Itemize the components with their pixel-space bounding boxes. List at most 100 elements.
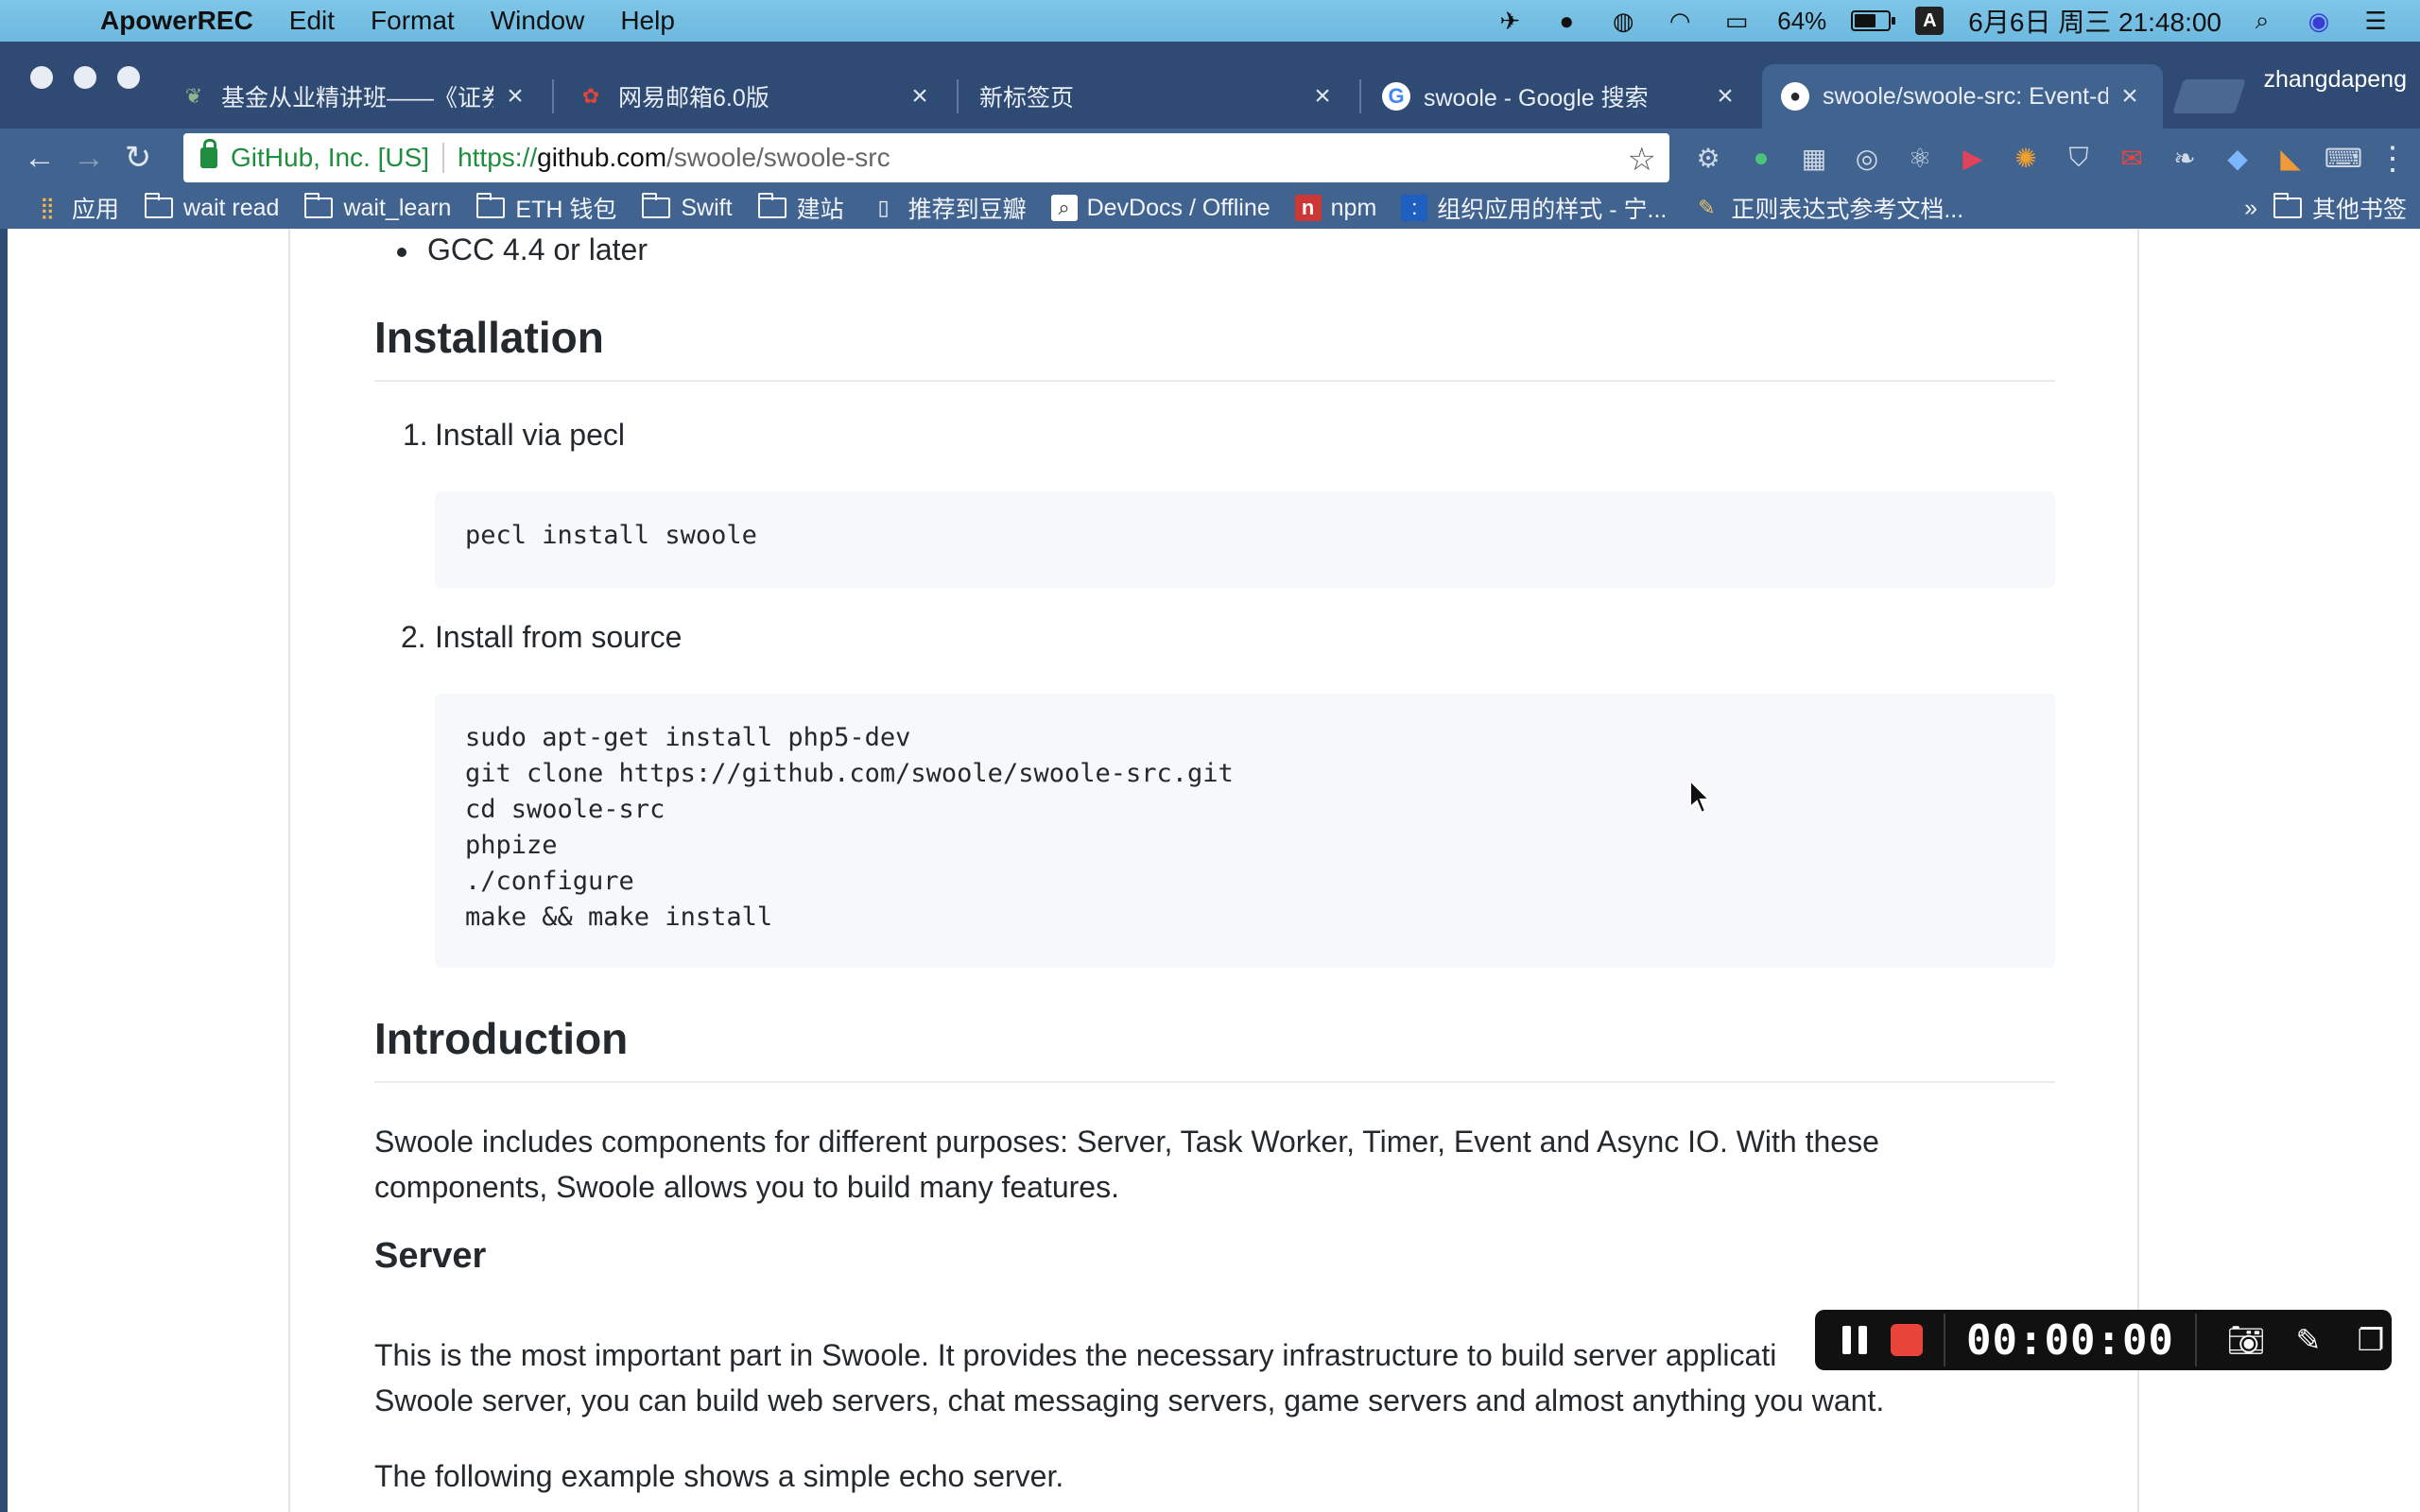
evernote-extension-icon[interactable]: ❧ — [2165, 138, 2204, 178]
url-path: /swoole/swoole-src — [666, 143, 890, 172]
bookmark-star-icon[interactable]: ☆ — [1628, 141, 1656, 179]
bookmark-folder-wait-learn[interactable]: wait_learn — [303, 193, 451, 222]
lock-icon[interactable] — [200, 139, 217, 168]
server-heading: Server — [374, 1236, 487, 1276]
url-scheme: https:// — [458, 143, 538, 172]
menubar-clock[interactable]: 6月6日 周三 21:48:00 — [1968, 2, 2221, 40]
reload-icon[interactable]: ↻ — [113, 133, 163, 182]
bookmark-folder-swift[interactable]: Swift — [641, 193, 733, 222]
tab-google-search[interactable]: G swoole - Google 搜索 × — [1363, 64, 1758, 129]
netease-mail-icon: ✿ — [581, 84, 600, 108]
bookmark-devdocs[interactable]: ⌕ DevDocs / Offline — [1050, 195, 1270, 222]
react-devtools-icon[interactable]: ⚛ — [1900, 138, 1940, 178]
close-tab-icon[interactable]: × — [1711, 80, 1739, 112]
profile-name[interactable]: zhangdapeng — [2263, 66, 2407, 94]
close-tab-icon[interactable]: × — [2116, 80, 2144, 112]
new-tab-button[interactable] — [2172, 79, 2246, 113]
bookmark-douban[interactable]: ▯ 推荐到豆瓣 — [869, 191, 1027, 225]
menu-edit[interactable]: Edit — [289, 6, 335, 36]
menu-format[interactable]: Format — [371, 6, 455, 36]
server-paragraph-line-1: This is the most important part in Swool… — [374, 1338, 1777, 1372]
regex-doc-icon: ✎ — [1698, 196, 1716, 219]
bookmark-styles[interactable]: : 组织应用的样式 - 宁... — [1401, 191, 1667, 225]
window-edge — [0, 229, 8, 1512]
browser-toolbar: ← → ↻ GitHub, Inc. [US] https:// github.… — [0, 129, 2420, 187]
target-extension-icon[interactable]: ◎ — [1847, 138, 1887, 178]
extension-icons: ⚙ ● ▦ ◎ ⚛ ▶ ✺ ⛉ ✉ ❧ ◆ ◣ ⌨ — [1688, 138, 2363, 178]
github-icon: ● — [1781, 82, 1809, 111]
siri-icon[interactable]: ◉ — [2303, 7, 2335, 35]
menubar-status-area: ✈ ● ◍ ◠ ▭ 64% A 6月6日 周三 21:48:00 ⌕ ◉ ☰ — [1494, 0, 2392, 42]
close-tab-icon[interactable]: × — [1308, 80, 1337, 112]
app-menu-apowerrec[interactable]: ApowerREC — [100, 6, 253, 36]
metamask-extension-icon[interactable]: ◣ — [2271, 138, 2310, 178]
green-circle-extension-icon[interactable]: ● — [1741, 138, 1781, 178]
recording-timer: 00:00:00 — [1966, 1315, 2174, 1365]
browser-tab-strip: ❦ 基金从业精讲班——《证券投 × ✿ 网易邮箱6.0版 × 新标签页 × G … — [0, 42, 2420, 129]
bookmark-folder-other[interactable]: 其他书签 — [2273, 191, 2407, 225]
menu-window[interactable]: Window — [491, 6, 585, 36]
back-arrow-icon[interactable]: ← — [15, 133, 64, 182]
bookmark-npm[interactable]: n npm — [1294, 195, 1376, 222]
bookmarks-right: » 其他书签 — [2244, 187, 2407, 229]
bookmark-regex-docs[interactable]: ✎ 正则表达式参考文档... — [1691, 191, 1963, 225]
close-tab-icon[interactable]: × — [906, 80, 934, 112]
stop-recording-button[interactable] — [1891, 1324, 1923, 1356]
input-method-icon[interactable]: A — [1915, 7, 1945, 35]
minimize-window-button[interactable] — [74, 66, 96, 89]
recorder-tools: 📷︎ ✎ ❐ — [2227, 1321, 2390, 1359]
reader-extension-icon[interactable]: ▦ — [1794, 138, 1834, 178]
installation-heading: Installation — [374, 312, 2055, 382]
tab-github-swoole[interactable]: ● swoole/swoole-src: Event-d × — [1762, 64, 2163, 129]
pause-icon[interactable] — [1836, 1321, 1874, 1359]
tab-fund-course[interactable]: ❦ 基金从业精讲班——《证券投 × — [161, 64, 548, 129]
bookmark-leaf-icon: ❦ — [184, 84, 203, 108]
apple-menu-icon[interactable] — [38, 4, 72, 38]
airplay-icon[interactable]: ▭ — [1720, 7, 1753, 35]
recorder-separator — [2194, 1314, 2197, 1366]
ethereum-extension-icon[interactable]: ◆ — [2218, 138, 2257, 178]
spotlight-search-icon[interactable]: ⌕ — [2246, 6, 2278, 35]
forward-arrow-icon[interactable]: → — [64, 133, 113, 182]
tab-netease-mail[interactable]: ✿ 网易邮箱6.0版 × — [558, 64, 953, 129]
wifi-icon[interactable]: ◠ — [1664, 7, 1696, 35]
address-bar[interactable]: GitHub, Inc. [US] https:// github.com /s… — [183, 133, 1669, 182]
bookmarks-bar: ⣿ 应用 wait read wait_learn ETH 钱包 Swift 建… — [0, 187, 2420, 229]
code-block-pecl[interactable]: pecl install swoole — [435, 491, 2055, 588]
window-mode-icon[interactable]: ❐ — [2352, 1321, 2390, 1359]
send-icon[interactable]: ✈ — [1494, 7, 1526, 35]
translate-extension-icon[interactable]: ⌨ — [2324, 138, 2363, 178]
red-play-extension-icon[interactable]: ▶ — [1953, 138, 1993, 178]
menu-help[interactable]: Help — [620, 6, 675, 36]
window-controls — [30, 66, 140, 89]
screen-recorder-toolbar: 00:00:00 📷︎ ✎ ❐ — [1815, 1310, 2392, 1370]
chrome-menu-icon[interactable]: ⋮ — [2377, 140, 2409, 178]
color-wheel-extension-icon[interactable]: ✺ — [2006, 138, 2046, 178]
mouse-cursor-icon — [1689, 779, 1712, 815]
qq-icon[interactable]: ● — [1550, 7, 1582, 35]
battery-fill — [1855, 14, 1876, 27]
close-window-button[interactable] — [30, 66, 53, 89]
wechat-icon[interactable]: ◍ — [1607, 7, 1639, 35]
bookmark-folder-jianzhan[interactable]: 建站 — [757, 191, 844, 225]
gmail-extension-icon[interactable]: ✉ — [2112, 138, 2152, 178]
bookmark-folder-wait-read[interactable]: wait read — [144, 193, 279, 222]
bookmarks-overflow-chevron-icon[interactable]: » — [2244, 195, 2257, 222]
code-block-source[interactable]: sudo apt-get install php5-dev git clone … — [435, 694, 2055, 968]
server-paragraph-line-2: Swoole server, you can build web servers… — [374, 1383, 1885, 1418]
close-tab-icon[interactable]: × — [501, 80, 529, 112]
pen-icon[interactable]: ✎ — [2290, 1321, 2327, 1359]
zoom-window-button[interactable] — [117, 66, 140, 89]
camera-icon[interactable]: 📷︎ — [2227, 1321, 2266, 1359]
gear-extension-icon[interactable]: ⚙ — [1688, 138, 1728, 178]
step-2-number: 2. — [401, 620, 426, 654]
step-2-text: Install from source — [435, 620, 683, 654]
bookmark-folder-eth-wallet[interactable]: ETH 钱包 — [475, 191, 616, 225]
ev-certificate-name[interactable]: GitHub, Inc. [US] — [231, 143, 429, 173]
shield-extension-icon[interactable]: ⛉ — [2059, 138, 2099, 178]
styles-doc-icon: : — [1401, 195, 1428, 221]
battery-icon[interactable] — [1851, 10, 1896, 31]
bookmark-apps[interactable]: ⣿ 应用 — [32, 191, 119, 225]
tab-new-tab[interactable]: 新标签页 × — [960, 64, 1356, 129]
notification-center-icon[interactable]: ☰ — [2360, 7, 2392, 35]
